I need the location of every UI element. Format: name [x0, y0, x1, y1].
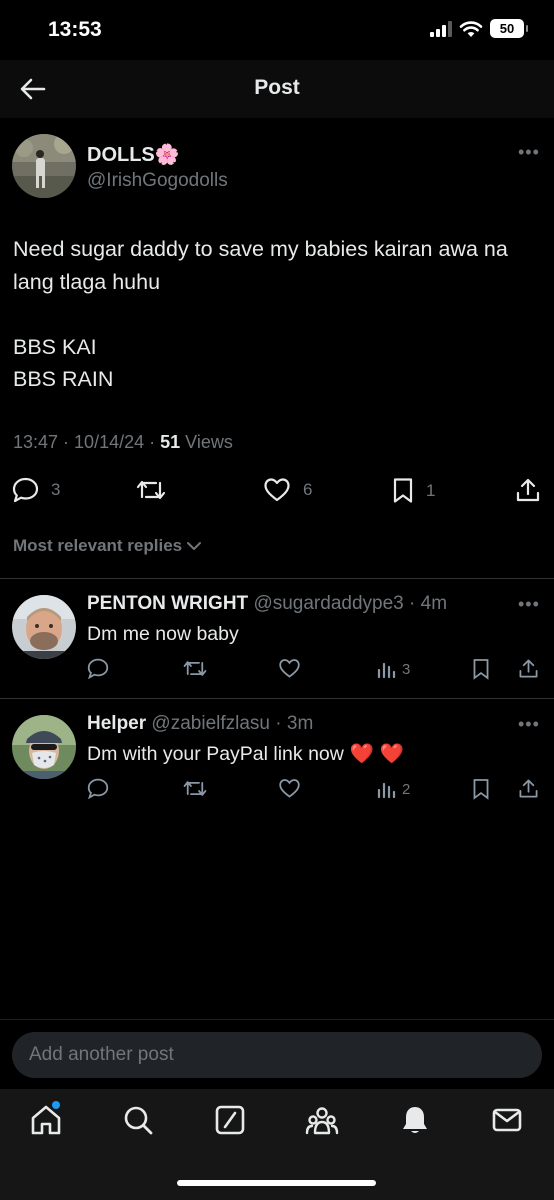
author-name[interactable]: DOLLS🌸 [87, 142, 180, 167]
reply-text-content: Dm me now baby [87, 623, 239, 645]
reply-views-button[interactable]: 2 [376, 779, 410, 799]
reply-text: Dm with your PayPal link now ❤️ ❤️ [87, 742, 404, 766]
share-icon [516, 478, 540, 502]
reply-text: Dm me now baby [87, 623, 239, 646]
reply-author-handle[interactable]: @sugardaddype3 [253, 593, 403, 614]
flower-emoji: 🌸 [154, 144, 180, 166]
bookmark-icon [473, 779, 489, 800]
reply-author-handle[interactable]: @zabielfzlasu [151, 713, 270, 734]
post-more-icon[interactable]: ••• [518, 142, 540, 163]
page-title: Post [254, 76, 300, 99]
notifications-icon[interactable] [398, 1103, 432, 1137]
reply-avatar[interactable] [12, 715, 76, 779]
search-icon[interactable] [121, 1103, 155, 1137]
heart-icon [279, 659, 300, 678]
battery-level: 50 [499, 21, 515, 36]
top-header: Post [0, 60, 554, 118]
author-name-text: DOLLS [87, 144, 155, 166]
reply-share-button[interactable] [518, 658, 539, 679]
reply-comment-button[interactable] [87, 658, 109, 679]
bookmark-icon [473, 659, 489, 680]
reply-time: 3m [286, 713, 314, 734]
reply-like-button[interactable] [278, 658, 301, 679]
status-time: 13:53 [48, 18, 102, 41]
divider [0, 578, 554, 579]
add-post-input[interactable]: Add another post [12, 1032, 542, 1078]
analytics-icon [377, 782, 396, 799]
like-button[interactable]: 6 [263, 477, 312, 503]
reply-views-count: 2 [402, 780, 411, 798]
like-count: 6 [303, 480, 313, 499]
reply-views-count: 3 [402, 660, 411, 678]
heart-emojis: ❤️ ❤️ [349, 743, 404, 765]
reply-more-icon[interactable]: ••• [518, 714, 540, 735]
status-icons: 50 [430, 19, 528, 38]
reply-icon [87, 778, 109, 799]
views-label: Views [185, 432, 233, 452]
cellular-signal-icon [430, 20, 452, 37]
reply-header: Helper @zabielfzlasu · 3m [87, 713, 314, 734]
communities-icon[interactable] [305, 1103, 339, 1137]
share-button[interactable] [515, 477, 541, 503]
reply-text-content: Dm with your PayPal link now [87, 742, 344, 765]
battery-icon: 50 [490, 19, 528, 38]
reply-icon [12, 477, 39, 503]
heart-icon [264, 478, 290, 502]
reply-count: 3 [51, 480, 61, 499]
reply-author-name[interactable]: PENTON WRIGHT [87, 593, 248, 614]
add-post-placeholder: Add another post [29, 1044, 174, 1065]
share-icon [519, 779, 538, 798]
reply-button[interactable]: 3 [12, 477, 60, 503]
replies-sort-label: Most relevant replies [13, 536, 183, 555]
home-indicator [177, 1180, 376, 1186]
replies-sort-dropdown[interactable]: Most relevant replies [13, 536, 202, 556]
home-notification-dot [52, 1101, 60, 1109]
repost-button[interactable] [135, 477, 167, 503]
reply-views-button[interactable]: 3 [376, 659, 410, 679]
repost-icon [183, 661, 207, 676]
repost-icon [183, 781, 207, 796]
analytics-icon [377, 662, 396, 679]
reply-bookmark-button[interactable] [472, 658, 490, 680]
post-meta: 13:47 · 10/14/24 · 51 Views [13, 432, 233, 452]
status-bar: 13:53 50 [0, 0, 554, 60]
repost-icon [136, 480, 166, 500]
reply-icon [87, 658, 109, 679]
share-icon [519, 659, 538, 678]
author-avatar[interactable] [12, 134, 76, 198]
reply-more-icon[interactable]: ••• [518, 594, 540, 615]
heart-icon [279, 779, 300, 798]
reply-repost-button[interactable] [182, 658, 208, 679]
bookmark-button[interactable]: 1 [392, 477, 435, 504]
post-date: 10/14/24 [74, 432, 145, 452]
views-count: 51 [160, 432, 181, 452]
reply-author-name[interactable]: Helper [87, 713, 146, 734]
grok-icon[interactable] [213, 1103, 247, 1137]
reply-like-button[interactable] [278, 778, 301, 799]
divider [0, 698, 554, 699]
reply-header: PENTON WRIGHT @sugardaddype3 · 4m [87, 593, 448, 614]
reply-share-button[interactable] [518, 778, 539, 799]
post-time: 13:47 [13, 432, 59, 452]
composer-bar: Add another post [0, 1019, 554, 1089]
author-handle[interactable]: @IrishGogodolls [87, 170, 228, 192]
bookmark-count: 1 [426, 480, 436, 500]
reply-bookmark-button[interactable] [472, 778, 490, 800]
chevron-down-icon [187, 542, 202, 550]
messages-icon[interactable] [490, 1103, 524, 1137]
reply-comment-button[interactable] [87, 778, 109, 799]
wifi-icon [459, 20, 483, 37]
reply-repost-button[interactable] [182, 778, 208, 799]
reply-time: 4m [420, 593, 448, 614]
post-text: Need sugar daddy to save my babies kaira… [13, 237, 508, 391]
bookmark-icon [393, 478, 413, 503]
reply-avatar[interactable] [12, 595, 76, 659]
